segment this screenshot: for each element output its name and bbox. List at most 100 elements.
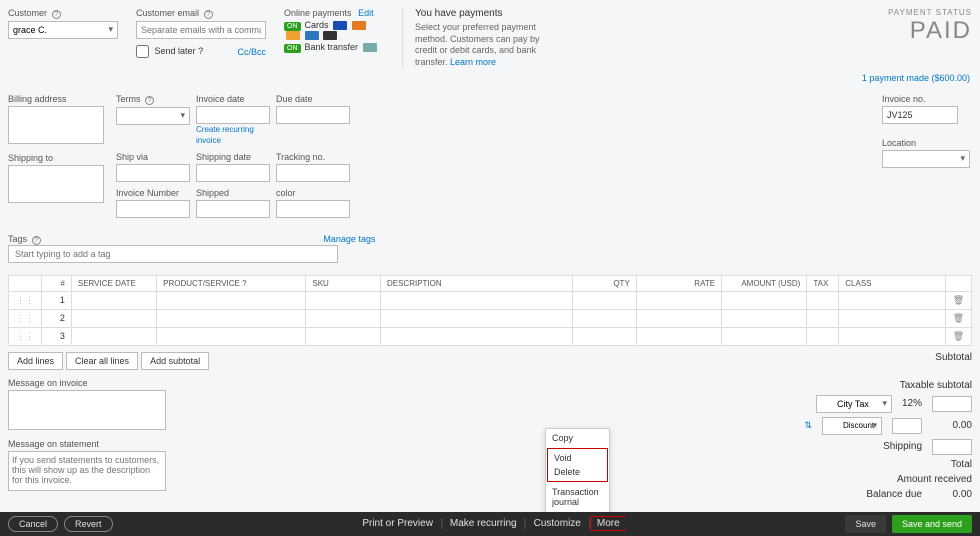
clear-lines-button[interactable]: Clear all lines [66,352,138,370]
payment-made-link[interactable]: 1 payment made ($600.00) [862,73,970,83]
invoice-date-input[interactable] [196,106,270,124]
balance-due-value: 0.00 [932,489,972,500]
col-grip [9,275,42,291]
bank-icon [363,43,377,52]
billing-textarea[interactable] [8,106,104,144]
ship-via-label: Ship via [116,152,190,162]
location-select[interactable] [882,150,970,168]
more-button[interactable]: More [590,516,626,531]
row-num: 2 [42,309,72,327]
discount-select[interactable] [822,417,882,435]
ccbcc-link[interactable]: Cc/Bcc [237,47,266,57]
save-send-button[interactable]: Save and send [892,515,972,533]
menu-void-delete-highlight: Void Delete [547,448,608,482]
print-button[interactable]: Print or Preview [354,518,442,529]
drag-icon[interactable]: ⋮⋮ [9,327,42,345]
drag-icon[interactable]: ⋮⋮ [9,309,42,327]
payment-made-row: 1 payment made ($600.00) [0,69,980,88]
invoice-number-input[interactable] [116,200,190,218]
menu-copy[interactable]: Copy [546,429,609,447]
customize-button[interactable]: Customize [526,518,590,529]
payment-status-label: PAYMENT STATUS [888,8,972,17]
trash-icon[interactable]: 🗑 [945,309,971,327]
tags-row: Tags ? Manage tags [0,230,980,271]
col-sku: SKU [306,275,381,291]
invoice-no-input[interactable] [882,106,958,124]
applepay-icon [323,31,337,40]
add-lines-button[interactable]: Add lines [8,352,63,370]
discount-pct-input[interactable] [892,418,922,434]
balance-due-label: Balance due [866,489,922,500]
send-later-checkbox[interactable]: Send later ? [136,45,203,58]
tax-rate: 12% [902,398,922,409]
location-label: Location [882,138,972,148]
discount-value: 0.00 [932,420,972,431]
shipping-input[interactable] [932,439,972,455]
mid-section: Billing address Shipping to Terms ? Invo… [0,88,980,230]
msg-statement-textarea[interactable] [8,451,166,491]
on-badge: ON [284,22,301,31]
menu-void[interactable]: Void [554,453,601,463]
menu-transaction-journal[interactable]: Transaction journal [546,483,609,511]
table-row[interactable]: ⋮⋮3🗑 [9,327,972,345]
edit-link[interactable]: Edit [358,8,374,18]
trash-icon[interactable]: 🗑 [945,291,971,309]
line-items-table: # SERVICE DATE PRODUCT/SERVICE ? SKU DES… [8,275,972,346]
help-icon[interactable]: ? [198,46,203,56]
tracking-input[interactable] [276,164,350,182]
online-payments-label: Online payments Edit [284,8,384,18]
help-icon[interactable]: ? [204,10,213,19]
customer-select[interactable] [8,21,118,39]
trash-icon[interactable]: 🗑 [945,327,971,345]
revert-button[interactable]: Revert [64,516,113,532]
table-row[interactable]: ⋮⋮2 🗑 [9,309,972,327]
payment-status: PAYMENT STATUS PAID [888,8,972,69]
customer-input[interactable] [9,22,101,38]
save-button[interactable]: Save [845,515,886,533]
drag-icon[interactable]: ⋮⋮ [9,291,42,309]
swap-icon[interactable]: ⇅ [804,420,812,431]
shipping-to-label: Shipping to [8,153,106,163]
color-input[interactable] [276,200,350,218]
msg-statement-label: Message on statement [8,439,168,449]
due-date-input[interactable] [276,106,350,124]
amount-received-label: Amount received [897,474,972,485]
manage-tags-link[interactable]: Manage tags [323,234,375,244]
tax-amount-input[interactable] [932,396,972,412]
shipping-date-label: Shipping date [196,152,270,162]
shipping-date-input[interactable] [196,164,270,182]
menu-delete[interactable]: Delete [554,467,601,477]
table-row[interactable]: ⋮⋮1🗑 [9,291,972,309]
shipping-to-textarea[interactable] [8,165,104,203]
col-product: PRODUCT/SERVICE ? [157,275,306,291]
cancel-button[interactable]: Cancel [8,516,58,532]
line-buttons: Add lines Clear all lines Add subtotal S… [0,350,980,378]
add-subtotal-button[interactable]: Add subtotal [141,352,209,370]
payment-status-value: PAID [888,17,972,45]
shipped-input[interactable] [196,200,270,218]
msg-invoice-textarea[interactable] [8,390,166,430]
col-num: # [42,275,72,291]
tags-input[interactable] [8,245,338,263]
learn-more-link[interactable]: Learn more [450,57,496,67]
terms-select[interactable] [116,107,190,125]
invoice-no-label: Invoice no. [882,94,972,104]
tags-label: Tags ? [8,234,41,244]
shipping-label: Shipping [883,441,922,452]
make-recurring-button[interactable]: Make recurring [442,518,526,529]
ship-via-input[interactable] [116,164,190,182]
help-icon[interactable]: ? [52,10,61,19]
tax-select[interactable] [816,395,892,413]
help-icon[interactable]: ? [145,96,154,105]
you-have-title: You have payments [415,8,562,19]
totals-block: Taxable subtotal 12% ⇅ 0.00 Shipping Tot… [804,378,972,502]
create-recurring-link[interactable]: Create recurring invoice [196,125,254,145]
due-date-label: Due date [276,94,350,104]
cards-row: ONCards [284,20,384,40]
col-tax: TAX [807,275,839,291]
help-icon[interactable]: ? [242,279,246,288]
col-qty: QTY [572,275,636,291]
email-input[interactable] [136,21,266,39]
help-icon[interactable]: ? [32,236,41,245]
bank-row: ONBank transfer [284,42,384,52]
